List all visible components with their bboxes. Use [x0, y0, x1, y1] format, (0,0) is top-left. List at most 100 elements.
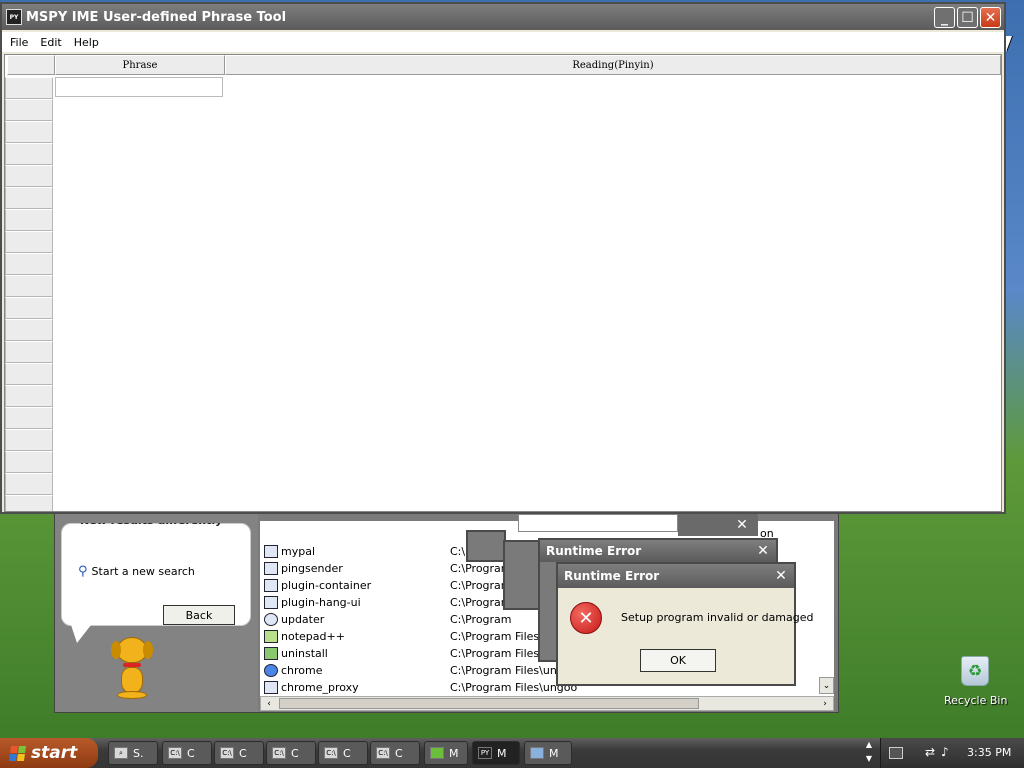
taskbar-scroll-down-icon[interactable]: ▼ — [862, 754, 876, 766]
row-header[interactable] — [5, 473, 53, 495]
taskbar-button-m-1[interactable]: M — [424, 741, 468, 765]
main-titlebar: PY MSPY IME User-defined Phrase Tool — [2, 4, 1004, 30]
start-new-search-label: Start a new search — [91, 565, 195, 578]
start-button[interactable]: start — [0, 738, 98, 768]
horizontal-scrollbar[interactable]: ‹ › — [260, 696, 834, 711]
result-name: uninstall — [281, 647, 328, 660]
row-header[interactable] — [5, 253, 53, 275]
row-header[interactable] — [5, 275, 53, 297]
taskbar-button-label: M — [449, 746, 459, 760]
ok-button[interactable]: OK — [640, 649, 716, 672]
result-row[interactable]: mypal C:\P — [264, 543, 472, 560]
row-header[interactable] — [5, 385, 53, 407]
phrase-tool-window: PY MSPY IME User-defined Phrase Tool _ ☐… — [0, 2, 1006, 514]
search-companion-pane: New results differently ⚲ Start a new se… — [55, 513, 258, 712]
close-icon[interactable]: ✕ — [732, 515, 752, 534]
taskbar-button-cmd-4[interactable]: C:\ C — [318, 741, 368, 765]
column-header-reading[interactable]: Reading(Pinyin) — [225, 55, 1001, 75]
result-name: pingsender — [281, 562, 343, 575]
taskbar-button-label: C — [187, 746, 195, 760]
active-cell[interactable] — [55, 77, 223, 97]
keyboard-icon[interactable] — [889, 747, 903, 759]
taskbar-button-cmd-3[interactable]: C:\ C — [266, 741, 316, 765]
magnifier-icon: ⚲ — [78, 564, 88, 579]
console-icon: C:\ — [376, 747, 390, 759]
taskbar-button-search[interactable]: ⌕ S. — [108, 741, 158, 765]
row-header[interactable] — [5, 451, 53, 473]
scroll-left-arrow[interactable]: ‹ — [262, 697, 276, 710]
row-header[interactable] — [5, 121, 53, 143]
search-window-icon: ⌕ — [114, 747, 128, 759]
close-icon[interactable]: ✕ — [771, 566, 791, 585]
grid-corner — [7, 55, 55, 75]
start-label: start — [31, 743, 78, 763]
window-title: MSPY IME User-defined Phrase Tool — [26, 9, 287, 25]
row-header[interactable] — [5, 143, 53, 165]
search-dog-icon — [107, 637, 157, 701]
result-row[interactable]: updater C:\Program — [264, 611, 512, 628]
dialog-title: Runtime Error — [564, 569, 660, 583]
row-header[interactable] — [5, 231, 53, 253]
scroll-right-arrow[interactable]: › — [818, 697, 832, 710]
result-row[interactable]: plugin-hang-ui C:\Program — [264, 594, 512, 611]
result-row[interactable]: notepad++ C:\Program Files — [264, 628, 539, 645]
bubble-tail — [71, 625, 91, 643]
console-icon: C:\ — [324, 747, 338, 759]
mspy-icon: PY — [478, 747, 492, 759]
scroll-thumb[interactable] — [279, 698, 699, 709]
taskbar-button-cmd-1[interactable]: C:\ C — [162, 741, 212, 765]
row-header[interactable] — [5, 319, 53, 341]
network-icon[interactable]: ⇄ — [925, 745, 935, 759]
result-name: plugin-container — [281, 579, 372, 592]
row-header[interactable] — [5, 99, 53, 121]
runtime-error-dialog: Runtime Error ✕ ✕ Setup program invalid … — [556, 562, 814, 686]
taskbar-scroll-up-icon[interactable]: ▲ — [862, 740, 876, 752]
result-row[interactable]: chrome C:\Program Files\ungoo — [264, 662, 577, 679]
menu-help[interactable]: Help — [74, 36, 99, 49]
taskbar-button-label: C — [395, 746, 403, 760]
row-header[interactable] — [5, 429, 53, 451]
result-name: chrome_proxy — [281, 681, 359, 694]
minimize-icon[interactable]: _ — [934, 7, 955, 28]
back-button[interactable]: Back — [163, 605, 235, 625]
phrase-grid: Phrase Reading(Pinyin) — [4, 54, 1002, 512]
row-header[interactable] — [5, 165, 53, 187]
close-icon[interactable]: ✕ — [980, 7, 1001, 28]
taskbar-button-m-2[interactable]: PY M — [472, 741, 520, 765]
result-name: updater — [281, 613, 325, 626]
error-message: Setup program invalid or damaged — [621, 611, 814, 624]
result-row[interactable]: pingsender C:\Program — [264, 560, 512, 577]
row-header[interactable] — [5, 495, 53, 511]
result-name: notepad++ — [281, 630, 345, 643]
row-header[interactable] — [5, 77, 53, 99]
console-icon: C:\ — [168, 747, 182, 759]
result-row[interactable]: uninstall C:\Program Files\No — [264, 645, 558, 662]
taskbar-button-label: M — [549, 746, 559, 760]
menu-edit[interactable]: Edit — [40, 36, 61, 49]
row-header[interactable] — [5, 209, 53, 231]
runtime-error-dialog-stack-1 — [466, 530, 506, 562]
row-header[interactable] — [5, 341, 53, 363]
row-header[interactable] — [5, 297, 53, 319]
updater-icon — [264, 613, 278, 626]
app-icon — [264, 579, 278, 592]
clock[interactable]: 3:35 PM — [967, 746, 1011, 759]
close-icon[interactable]: ✕ — [753, 541, 773, 560]
result-row[interactable]: plugin-container C:\Program — [264, 577, 512, 594]
row-header[interactable] — [5, 407, 53, 429]
row-header[interactable] — [5, 187, 53, 209]
vertical-scrollbar[interactable]: ⌄ — [819, 677, 834, 694]
column-header-phrase[interactable]: Phrase — [55, 55, 225, 75]
taskbar-button-label: M — [497, 746, 507, 760]
taskbar-button-cmd-2[interactable]: C:\ C — [214, 741, 264, 765]
taskbar-button-cmd-5[interactable]: C:\ C — [370, 741, 420, 765]
menu-file[interactable]: File — [10, 36, 28, 49]
volume-icon[interactable]: ♪ — [941, 745, 949, 759]
maximize-icon[interactable]: ☐ — [957, 7, 978, 28]
taskbar-button-m-3[interactable]: M — [524, 741, 572, 765]
windows-logo-icon — [8, 745, 27, 761]
recycle-bin[interactable]: ♻ Recycle Bin — [944, 656, 1007, 712]
start-new-search-link[interactable]: ⚲ Start a new search — [78, 564, 195, 579]
row-header[interactable] — [5, 363, 53, 385]
result-row[interactable]: chrome_proxy C:\Program Files\ungoo — [264, 679, 577, 696]
